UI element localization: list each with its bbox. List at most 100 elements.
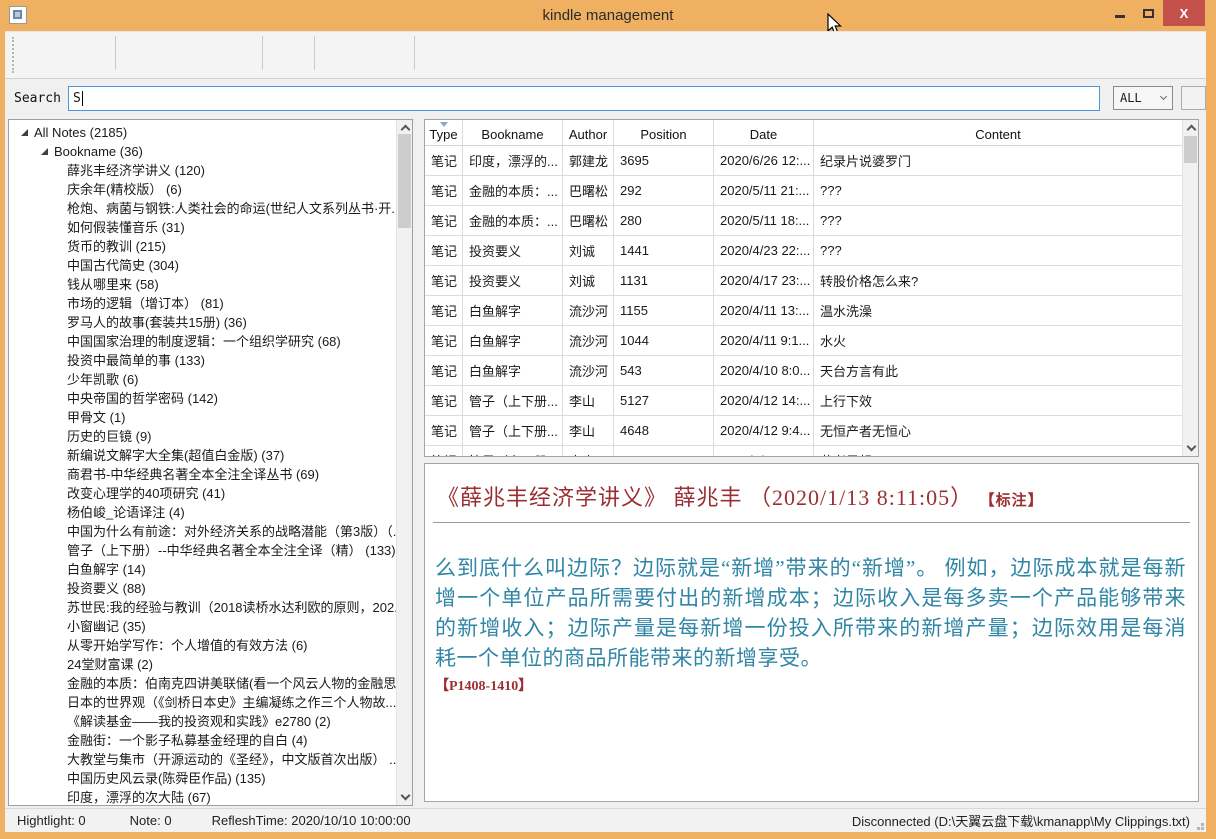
scroll-down-icon[interactable]: [397, 789, 413, 805]
tree-book-item[interactable]: 投资要义 (88): [9, 579, 396, 598]
tree-book-item[interactable]: 中央帝国的哲学密码 (142): [9, 389, 396, 408]
tree-book-item[interactable]: 白鱼解字 (14): [9, 560, 396, 579]
tree-book-item[interactable]: 中国为什么有前途：对外经济关系的战略潜能（第3版）（...: [9, 522, 396, 541]
status-reflesh-time: RefleshTime: 2020/10/10 10:00:00: [212, 813, 411, 828]
chevron-down-icon: [1160, 93, 1167, 100]
table-row[interactable]: 笔记 金融的本质：... 巴曙松 292 2020/5/11 21:... ??…: [425, 176, 1182, 206]
table-row[interactable]: 笔记 管子（上下册... 李山 4577 2020/4/12 9:4... 黄老…: [425, 446, 1182, 456]
tree-book-item[interactable]: 金融街：一个影子私募基金经理的自白 (4): [9, 731, 396, 750]
toolbar-separator: [414, 36, 415, 70]
titlebar: kindle management X: [0, 0, 1216, 31]
tree-book-item[interactable]: 新编说文解字大全集(超值白金版) (37): [9, 446, 396, 465]
note-detail-title: 《薛兆丰经济学讲义》 薛兆丰 （2020/1/13 8:11:05） 【标注】: [437, 480, 1184, 512]
note-tag-badge: 【标注】: [980, 493, 1044, 509]
table-row[interactable]: 笔记 白鱼解字 流沙河 1155 2020/4/11 13:... 温水洗澡: [425, 296, 1182, 326]
sort-descending-icon: [440, 122, 448, 127]
search-input[interactable]: S: [68, 86, 1100, 111]
table-scrollbar[interactable]: [1182, 120, 1198, 456]
tree-book-item[interactable]: 苏世民:我的经验与教训（2018读桥水达利欧的原则，202...: [9, 598, 396, 617]
tree-book-item[interactable]: 钱从哪里来 (58): [9, 275, 396, 294]
column-header-author[interactable]: Author: [563, 120, 614, 145]
toolbar-separator: [262, 36, 263, 70]
tree-book-item[interactable]: 中国古代简史 (304): [9, 256, 396, 275]
search-label: Search: [14, 91, 61, 106]
notes-table-panel: Type Bookname Author Position Date Conte…: [424, 119, 1199, 457]
tree-scrollbar[interactable]: [396, 120, 412, 805]
tree-book-item[interactable]: 中国国家治理的制度逻辑：一个组织学研究 (68): [9, 332, 396, 351]
resize-grip[interactable]: [1201, 827, 1204, 830]
table-row[interactable]: 笔记 管子（上下册... 李山 5127 2020/4/12 14:... 上行…: [425, 386, 1182, 416]
tree-book-item[interactable]: 中国历史风云录(陈舜臣作品) (135): [9, 769, 396, 788]
toolbar: [5, 32, 1206, 79]
app-icon-glyph: [13, 10, 22, 19]
filter-value: ALL: [1120, 91, 1142, 105]
tree-book-item[interactable]: 杨伯峻_论语译注 (4): [9, 503, 396, 522]
scrollbar-thumb[interactable]: [1184, 136, 1197, 163]
column-header-position[interactable]: Position: [614, 120, 714, 145]
tree-book-item[interactable]: 日本的世界观（《剑桥日本史》主编凝练之作三个人物故...: [9, 693, 396, 712]
app-window: kindle management X Search S ALL: [0, 0, 1216, 839]
tree-book-item[interactable]: 庆余年(精校版） (6): [9, 180, 396, 199]
table-row[interactable]: 笔记 投资要义 刘诚 1131 2020/4/17 23:... 转股价格怎么来…: [425, 266, 1182, 296]
text-caret: [82, 91, 83, 106]
tree-book-item[interactable]: 金融的本质：伯南克四讲美联储(看一个风云人物的金融思...: [9, 674, 396, 693]
tree-book-list: 薛兆丰经济学讲义 (120) 庆余年(精校版） (6) 枪炮、病菌与钢铁:人类社…: [9, 161, 396, 805]
column-header-bookname[interactable]: Bookname: [463, 120, 563, 145]
close-icon: X: [1180, 6, 1189, 21]
expander-icon[interactable]: [41, 148, 48, 155]
table-row[interactable]: 笔记 投资要义 刘诚 1441 2020/4/23 22:... ???: [425, 236, 1182, 266]
tree-book-item[interactable]: 小窗幽记 (35): [9, 617, 396, 636]
scroll-up-icon[interactable]: [1183, 120, 1199, 136]
search-value: S: [73, 91, 81, 106]
window-title: kindle management: [0, 7, 1216, 24]
status-highlight-count: Hightlight: 0: [17, 813, 86, 828]
table-header: Type Bookname Author Position Date Conte…: [425, 120, 1182, 146]
note-detail-panel: 《薛兆丰经济学讲义》 薛兆丰 （2020/1/13 8:11:05） 【标注】 …: [424, 463, 1199, 802]
status-bar: Hightlight: 0 Note: 0 RefleshTime: 2020/…: [5, 808, 1206, 832]
tree-book-item[interactable]: 薛兆丰经济学讲义 (120): [9, 161, 396, 180]
column-header-content[interactable]: Content: [814, 120, 1182, 145]
tree-book-item[interactable]: 历史的巨镜 (9): [9, 427, 396, 446]
tree-book-item[interactable]: 市场的逻辑（增订本） (81): [9, 294, 396, 313]
tree-book-item[interactable]: 《解读基金——我的投资观和实践》e2780 (2): [9, 712, 396, 731]
table-row[interactable]: 笔记 白鱼解字 流沙河 1044 2020/4/11 9:1... 水火: [425, 326, 1182, 356]
expander-icon[interactable]: [21, 129, 28, 136]
status-connection: Disconnected (D:\天翼云盘下载\kmanapp\My Clipp…: [852, 811, 1190, 830]
table-row[interactable]: 笔记 管子（上下册... 李山 4648 2020/4/12 9:4... 无恒…: [425, 416, 1182, 446]
scrollbar-thumb[interactable]: [398, 134, 411, 228]
tree-book-item[interactable]: 货币的教训 (215): [9, 237, 396, 256]
tree-book-item[interactable]: 投资中最简单的事 (133): [9, 351, 396, 370]
maximize-button[interactable]: [1134, 0, 1163, 26]
app-icon[interactable]: [9, 6, 27, 24]
tree-item-all-notes[interactable]: All Notes (2185): [9, 123, 396, 142]
minimize-button[interactable]: [1105, 0, 1134, 26]
column-header-date[interactable]: Date: [714, 120, 814, 145]
table-row[interactable]: 笔记 金融的本质：... 巴曙松 280 2020/5/11 18:... ??…: [425, 206, 1182, 236]
tree-book-item[interactable]: 甲骨文 (1): [9, 408, 396, 427]
tree-book-item[interactable]: 罗马人的故事(套装共15册) (36): [9, 313, 396, 332]
note-page-range: 【P1408-1410】: [435, 675, 1186, 695]
tree-book-item[interactable]: 商君书-中华经典名著全本全注全译丛书 (69): [9, 465, 396, 484]
detail-divider: [433, 522, 1190, 523]
tree-book-item[interactable]: 枪炮、病菌与钢铁:人类社会的命运(世纪人文系列丛书·开...: [9, 199, 396, 218]
tree-book-item[interactable]: 印度，漂浮的次大陆 (67): [9, 788, 396, 805]
tree-item-bookname[interactable]: Bookname (36): [9, 142, 396, 161]
client-area: Search S ALL All Notes (2185) Bookname (…: [5, 31, 1206, 832]
toolbar-gripper[interactable]: [12, 37, 15, 73]
tree-book-item[interactable]: 改变心理学的40项研究 (41): [9, 484, 396, 503]
search-extra-button[interactable]: [1181, 86, 1206, 110]
tree-book-item[interactable]: 大教堂与集市（开源运动的《圣经》，中文版首次出版） ...: [9, 750, 396, 769]
tree-book-item[interactable]: 如何假装懂音乐 (31): [9, 218, 396, 237]
table-row[interactable]: 笔记 印度，漂浮的... 郭建龙 3695 2020/6/26 12:... 纪…: [425, 146, 1182, 176]
filter-dropdown[interactable]: ALL: [1113, 86, 1173, 110]
notes-tree-panel: All Notes (2185) Bookname (36) 薛兆丰经济学讲义 …: [8, 119, 413, 806]
note-detail-body: 么到底什么叫边际？边际就是“新增”带来的“新增”。 例如，边际成本就是每新增一个…: [435, 553, 1186, 673]
tree-book-item[interactable]: 少年凯歌 (6): [9, 370, 396, 389]
tree-book-item[interactable]: 管子（上下册）--中华经典名著全本全注全译（精） (133): [9, 541, 396, 560]
scroll-down-icon[interactable]: [1183, 440, 1199, 456]
search-bar: Search S ALL: [5, 80, 1206, 116]
close-button[interactable]: X: [1163, 0, 1205, 26]
tree-book-item[interactable]: 从零开始学写作：个人增值的有效方法 (6): [9, 636, 396, 655]
table-row[interactable]: 笔记 白鱼解字 流沙河 543 2020/4/10 8:0... 天台方言有此: [425, 356, 1182, 386]
tree-book-item[interactable]: 24堂财富课 (2): [9, 655, 396, 674]
